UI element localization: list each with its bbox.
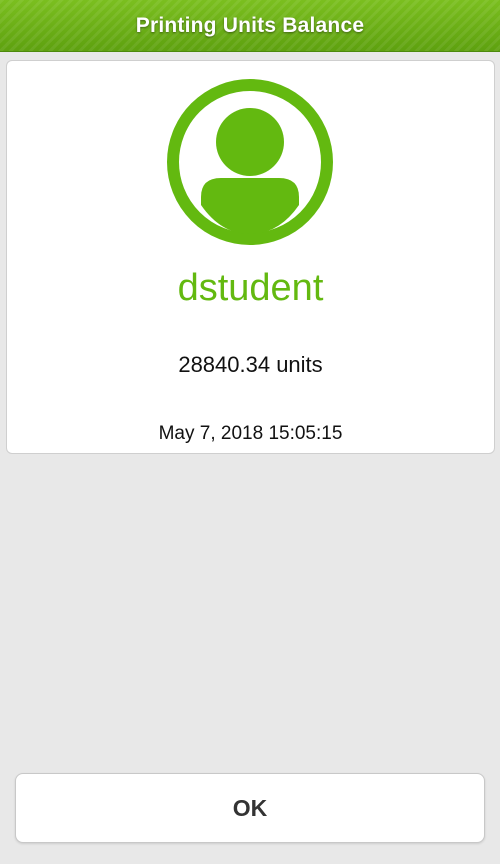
ok-button-label: OK xyxy=(232,794,268,821)
user-avatar-icon xyxy=(167,79,333,245)
ok-button[interactable]: OK xyxy=(15,773,485,843)
page-title: Printing Units Balance xyxy=(135,13,365,37)
balance-timestamp: May 7, 2018 15:05:15 xyxy=(158,423,343,444)
title-bar: Printing Units Balance xyxy=(0,0,500,52)
balance-card: dstudent 28840.34 units May 7, 2018 15:0… xyxy=(6,60,495,454)
balance-screen: Printing Units Balance dstudent 28840.34… xyxy=(0,0,500,864)
units-balance: 28840.34 units xyxy=(178,352,323,377)
username: dstudent xyxy=(177,267,324,309)
